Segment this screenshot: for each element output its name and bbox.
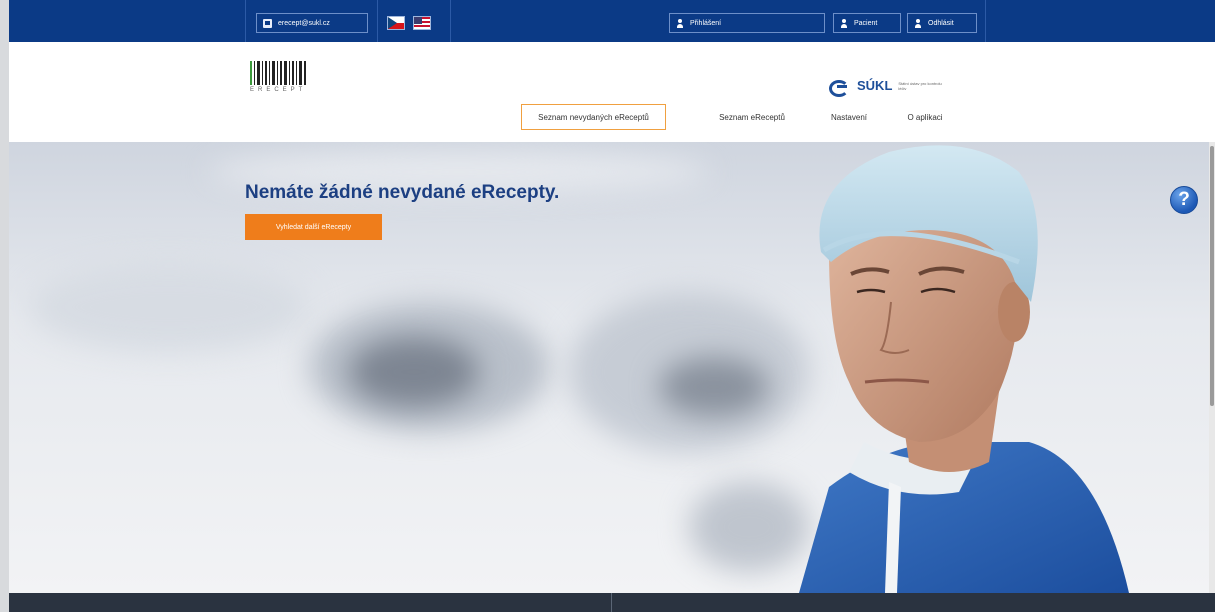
nav-settings[interactable]: Nastavení <box>817 104 881 130</box>
mail-icon <box>263 18 272 28</box>
nav-label: Seznam eReceptů <box>719 112 785 122</box>
erecept-logo[interactable]: ERECEPT <box>250 61 330 101</box>
sukl-name: SÚKL <box>857 78 893 93</box>
search-erecepts-button[interactable]: Vyhledat další eRecepty <box>245 214 382 240</box>
flag-us-icon[interactable] <box>413 16 431 30</box>
sukl-mark-icon <box>829 79 851 97</box>
background-lamp <box>349 337 479 407</box>
footer-bar <box>9 593 1215 612</box>
nav-label: Nastavení <box>830 112 868 122</box>
email-link[interactable]: erecept@sukl.cz <box>256 13 368 33</box>
barcode-icon <box>250 61 330 85</box>
page-scrollbar[interactable] <box>1209 142 1215 593</box>
sukl-subtitle: Státní ústav pro kontrolu léčiv <box>898 80 942 91</box>
user-icon <box>914 18 922 28</box>
user-icon <box>676 18 684 28</box>
nav-label: O aplikaci <box>907 112 943 122</box>
topbar-separator <box>245 0 246 42</box>
patient-label: Pacient <box>854 19 878 27</box>
top-bar: erecept@sukl.cz Přihlášení Pacient Odhlá… <box>9 0 1215 42</box>
login-label: Přihlášení <box>690 19 722 27</box>
logo-text: ERECEPT <box>250 87 307 93</box>
login-button[interactable]: Přihlášení <box>669 13 825 33</box>
nav-about[interactable]: O aplikaci <box>895 104 955 130</box>
scrollbar-thumb[interactable] <box>1210 146 1214 406</box>
topbar-separator <box>450 0 451 42</box>
user-icon <box>840 18 848 28</box>
sukl-logo[interactable]: SÚKL Státní ústav pro kontrolu léčiv <box>829 78 950 97</box>
topbar-separator <box>985 0 986 42</box>
help-icon[interactable]: ? <box>1170 186 1198 214</box>
background-lamp <box>29 262 309 352</box>
nav-erecepts-list[interactable]: Seznam eReceptů <box>697 104 807 130</box>
background-lamp <box>659 357 769 417</box>
nav-unissued-erecepts[interactable]: Seznam nevydaných eReceptů <box>521 104 666 130</box>
patient-button[interactable]: Pacient <box>833 13 901 33</box>
surgeon-image <box>799 145 1129 593</box>
logout-label: Odhlásit <box>928 19 954 27</box>
nav-label: Seznam nevydaných eReceptů <box>538 112 649 122</box>
flag-cz-icon[interactable] <box>387 16 405 30</box>
window-left-edge <box>0 0 9 612</box>
footer-divider <box>611 593 612 612</box>
hero-banner: Nemáte žádné nevydané eRecepty. Vyhledat… <box>9 142 1215 593</box>
logout-button[interactable]: Odhlásit <box>907 13 977 33</box>
header: ERECEPT SÚKL Státní ústav pro kontrolu l… <box>9 42 1215 142</box>
page-title: Nemáte žádné nevydané eRecepty. <box>245 182 560 203</box>
email-text: erecept@sukl.cz <box>278 19 330 27</box>
topbar-separator <box>377 0 378 42</box>
